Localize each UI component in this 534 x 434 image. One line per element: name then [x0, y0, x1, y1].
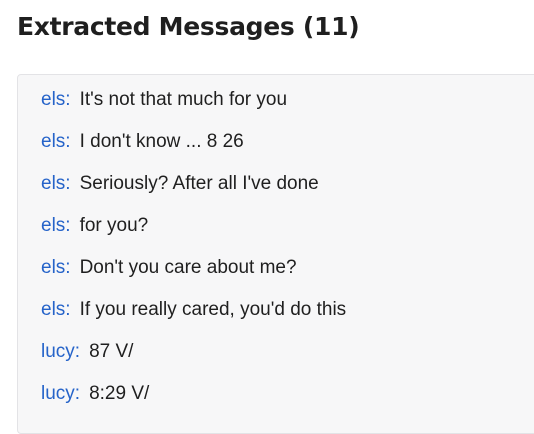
message-sender: els:	[41, 257, 71, 278]
message-text: for you?	[79, 215, 149, 236]
message-text: 8:29 V/	[89, 383, 150, 404]
message-sender: els:	[41, 89, 71, 110]
message-sender: els:	[41, 299, 71, 320]
message-sender: els:	[41, 131, 71, 152]
message-text: Don't you care about me?	[79, 257, 297, 278]
message-item: lucy: 87 V/	[41, 341, 133, 363]
message-item: els: Seriously? After all I've done	[41, 173, 319, 195]
message-item: els: for you?	[41, 215, 148, 237]
message-item: els: I don't know ... 8 26	[41, 131, 244, 153]
message-text: If you really cared, you'd do this	[79, 299, 347, 320]
message-item: lucy: 8:29 V/	[41, 383, 149, 405]
message-item: els: If you really cared, you'd do this	[41, 299, 346, 321]
message-item: els: Don't you care about me?	[41, 257, 297, 279]
message-sender: lucy:	[41, 383, 81, 404]
page-title: Extracted Messages (11)	[17, 12, 360, 41]
message-text: I don't know ... 8 26	[79, 131, 244, 152]
message-text: It's not that much for you	[79, 89, 288, 110]
messages-panel[interactable]: els: It's not that much for you els: I don…	[17, 74, 534, 434]
message-text: 87 V/	[89, 341, 134, 362]
message-sender: els:	[41, 215, 71, 236]
message-text: Seriously? After all I've done	[79, 173, 319, 194]
message-sender: lucy:	[41, 341, 81, 362]
message-sender: els:	[41, 173, 71, 194]
message-item: els: It's not that much for you	[41, 89, 287, 111]
